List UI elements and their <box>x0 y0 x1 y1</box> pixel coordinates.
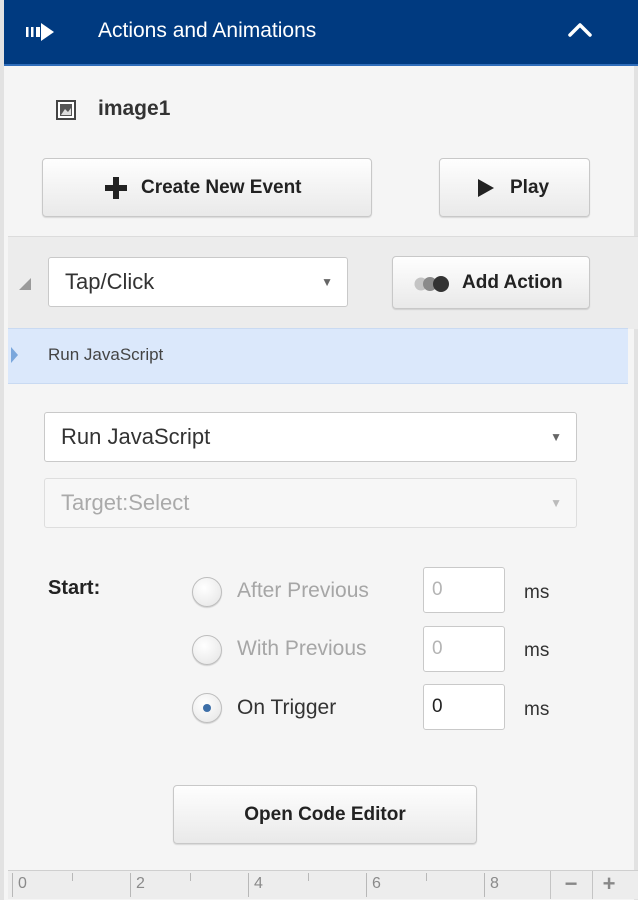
ruler-tick <box>248 873 249 897</box>
target-select-value: Target:Select <box>61 490 190 515</box>
start-label: Start: <box>48 577 101 599</box>
ruler-label-2: 2 <box>136 875 145 892</box>
ruler-tick <box>484 873 485 897</box>
action-type-value: Run JavaScript <box>61 424 211 449</box>
ruler-label-6: 6 <box>372 875 381 892</box>
ruler-divider <box>592 871 593 899</box>
open-code-editor-button[interactable]: Open Code Editor <box>173 785 477 844</box>
play-icon <box>476 178 496 204</box>
on-trigger-unit: ms <box>524 699 550 720</box>
zoom-out-button[interactable]: − <box>556 873 586 895</box>
element-name-label: image1 <box>98 97 171 120</box>
collapse-chevron-up-icon[interactable] <box>567 20 593 45</box>
action-type-select[interactable]: Run JavaScript ▼ <box>44 412 577 462</box>
ruler-tick <box>308 873 309 881</box>
on-trigger-ms-input[interactable] <box>423 684 505 730</box>
after-previous-label: After Previous <box>237 579 369 602</box>
radio-selected-dot <box>203 704 211 712</box>
plus-icon <box>105 177 127 205</box>
with-previous-ms-input[interactable] <box>423 626 505 672</box>
after-previous-unit: ms <box>524 582 550 603</box>
create-new-event-button[interactable]: Create New Event <box>42 158 372 217</box>
actions-arrow-icon <box>26 21 56 48</box>
trigger-select[interactable]: Tap/Click ▼ <box>48 257 348 307</box>
dropdown-caret-icon: ▼ <box>321 275 333 289</box>
add-action-icon <box>413 275 451 299</box>
after-previous-ms-input[interactable] <box>423 567 505 613</box>
selected-marker-icon <box>11 339 19 376</box>
dropdown-caret-icon: ▼ <box>550 496 562 510</box>
create-new-event-label: Create New Event <box>141 176 302 198</box>
with-previous-radio[interactable] <box>192 635 222 665</box>
zoom-in-button[interactable]: + <box>594 873 624 895</box>
ruler-label-4: 4 <box>254 875 263 892</box>
event-section: Tap/Click ▼ Add Action <box>8 236 638 329</box>
expand-triangle-icon[interactable] <box>18 277 32 296</box>
timeline-ruler[interactable]: 0 2 4 6 8 − + <box>8 870 638 899</box>
ruler-label-0: 0 <box>18 875 27 892</box>
ruler-tick <box>190 873 191 881</box>
image-icon <box>56 100 76 126</box>
ruler-tick <box>12 873 13 897</box>
ruler-tick <box>72 873 73 881</box>
after-previous-radio[interactable] <box>192 577 222 607</box>
with-previous-unit: ms <box>524 640 550 661</box>
on-trigger-radio[interactable] <box>192 693 222 723</box>
panel-title: Actions and Animations <box>98 19 317 42</box>
add-action-label: Add Action <box>462 271 563 293</box>
on-trigger-label: On Trigger <box>237 696 337 719</box>
trigger-select-value: Tap/Click <box>65 269 155 294</box>
action-list-item-run-javascript[interactable]: Run JavaScript <box>8 328 628 384</box>
ruler-tick <box>366 873 367 897</box>
target-select: Target:Select ▼ <box>44 478 577 528</box>
play-button[interactable]: Play <box>439 158 590 217</box>
with-previous-label: With Previous <box>237 637 367 660</box>
panel-header: Actions and Animations <box>4 0 638 66</box>
open-code-editor-label: Open Code Editor <box>244 803 406 825</box>
ruler-tick <box>426 873 427 881</box>
play-label: Play <box>510 176 550 198</box>
add-action-button[interactable]: Add Action <box>392 256 590 309</box>
ruler-divider <box>550 871 551 899</box>
dropdown-caret-icon: ▼ <box>550 430 562 444</box>
actions-panel: Actions and Animations image1 Create New… <box>0 0 638 900</box>
ruler-tick <box>130 873 131 897</box>
ruler-label-8: 8 <box>490 875 499 892</box>
action-list-item-label: Run JavaScript <box>48 345 164 364</box>
